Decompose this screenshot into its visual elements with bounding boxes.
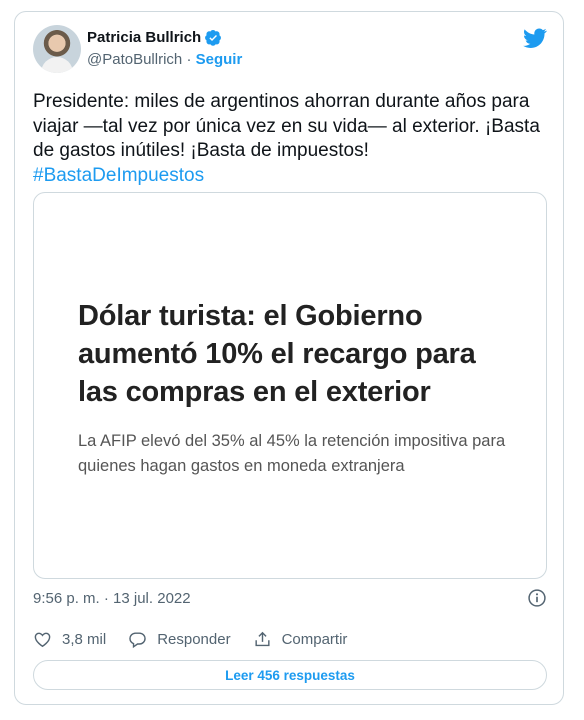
author-row: Patricia Bullrich <box>87 29 222 46</box>
share-icon <box>255 631 270 647</box>
verified-badge-icon <box>205 29 222 46</box>
read-replies-button[interactable]: Leer 456 respuestas <box>33 660 547 690</box>
heart-icon <box>34 632 51 648</box>
avatar[interactable] <box>33 25 81 73</box>
tweet-timestamp[interactable]: 9:56 p. m. · 13 jul. 2022 <box>33 590 191 607</box>
tweet-card: Patricia Bullrich @PatoBullrich · Seguir… <box>14 11 564 705</box>
like-button[interactable]: 3,8 mil <box>33 630 106 649</box>
follow-button[interactable]: Seguir <box>196 51 243 68</box>
info-icon[interactable] <box>527 588 547 608</box>
separator: · <box>186 51 192 68</box>
share-button[interactable]: Compartir <box>253 630 348 649</box>
tweet-text: Presidente: miles de argentinos ahorran … <box>33 90 545 188</box>
action-bar: 3,8 mil Responder Compartir <box>33 630 369 649</box>
card-title: Dólar turista: el Gobierno aumentó 10% e… <box>78 300 476 408</box>
share-label: Compartir <box>281 631 348 648</box>
twitter-bird-icon[interactable] <box>523 26 547 50</box>
card-subtitle: La AFIP elevó del 35% al 45% la retenció… <box>78 432 506 475</box>
hashtag-link[interactable]: #BastaDeImpuestos <box>33 164 545 189</box>
reply-icon <box>129 632 146 649</box>
reply-button[interactable]: Responder <box>128 630 231 649</box>
reply-label: Responder <box>157 631 231 648</box>
like-count: 3,8 mil <box>62 631 107 648</box>
tweet-body: Presidente: miles de argentinos ahorran … <box>33 91 540 161</box>
handle-row: @PatoBullrich · Seguir <box>87 51 242 68</box>
link-preview-card[interactable]: Dólar turista: el Gobierno aumentó 10% e… <box>33 192 547 579</box>
author-handle[interactable]: @PatoBullrich <box>87 51 182 68</box>
author-name[interactable]: Patricia Bullrich <box>87 29 201 46</box>
